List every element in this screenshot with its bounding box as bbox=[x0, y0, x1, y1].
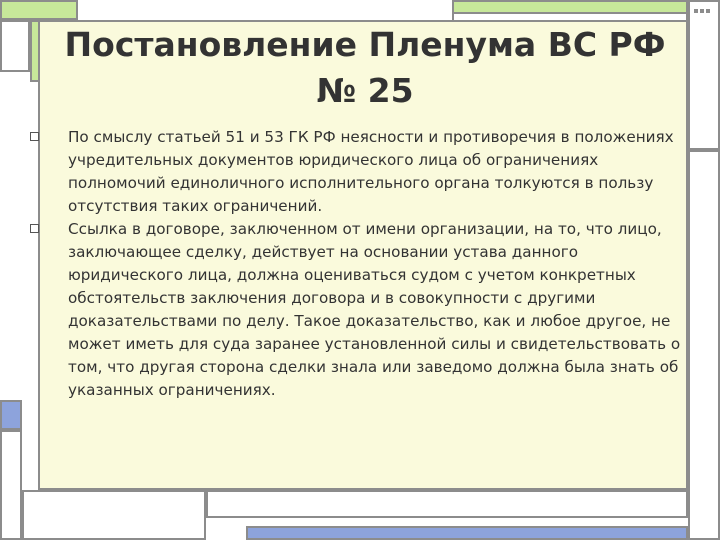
decor-block-white bbox=[206, 490, 688, 518]
bullet-text: По смыслу статьей 51 и 53 ГК РФ неясност… bbox=[68, 128, 674, 215]
slide-title: Постановление Пленума ВС РФ № 25 bbox=[64, 25, 666, 110]
decor-block-green bbox=[452, 0, 688, 14]
decor-dots bbox=[694, 9, 710, 13]
bullet-item: Ссылка в договоре, заключенном от имени … bbox=[26, 218, 686, 402]
decor-block-white bbox=[688, 150, 720, 540]
bullet-list: По смыслу статьей 51 и 53 ГК РФ неясност… bbox=[26, 126, 686, 402]
decor-block-white bbox=[22, 490, 206, 540]
decor-block-white bbox=[0, 430, 22, 540]
square-bullet-icon bbox=[30, 132, 39, 141]
decor-block-white bbox=[688, 0, 720, 150]
bullet-item: По смыслу статьей 51 и 53 ГК РФ неясност… bbox=[26, 126, 686, 218]
square-bullet-icon bbox=[30, 224, 39, 233]
decor-block-white bbox=[0, 20, 30, 72]
decor-block-blue bbox=[0, 400, 22, 430]
bullet-text: Ссылка в договоре, заключенном от имени … bbox=[68, 220, 681, 399]
decor-block-green bbox=[0, 0, 78, 20]
decor-block-blue bbox=[246, 526, 688, 540]
